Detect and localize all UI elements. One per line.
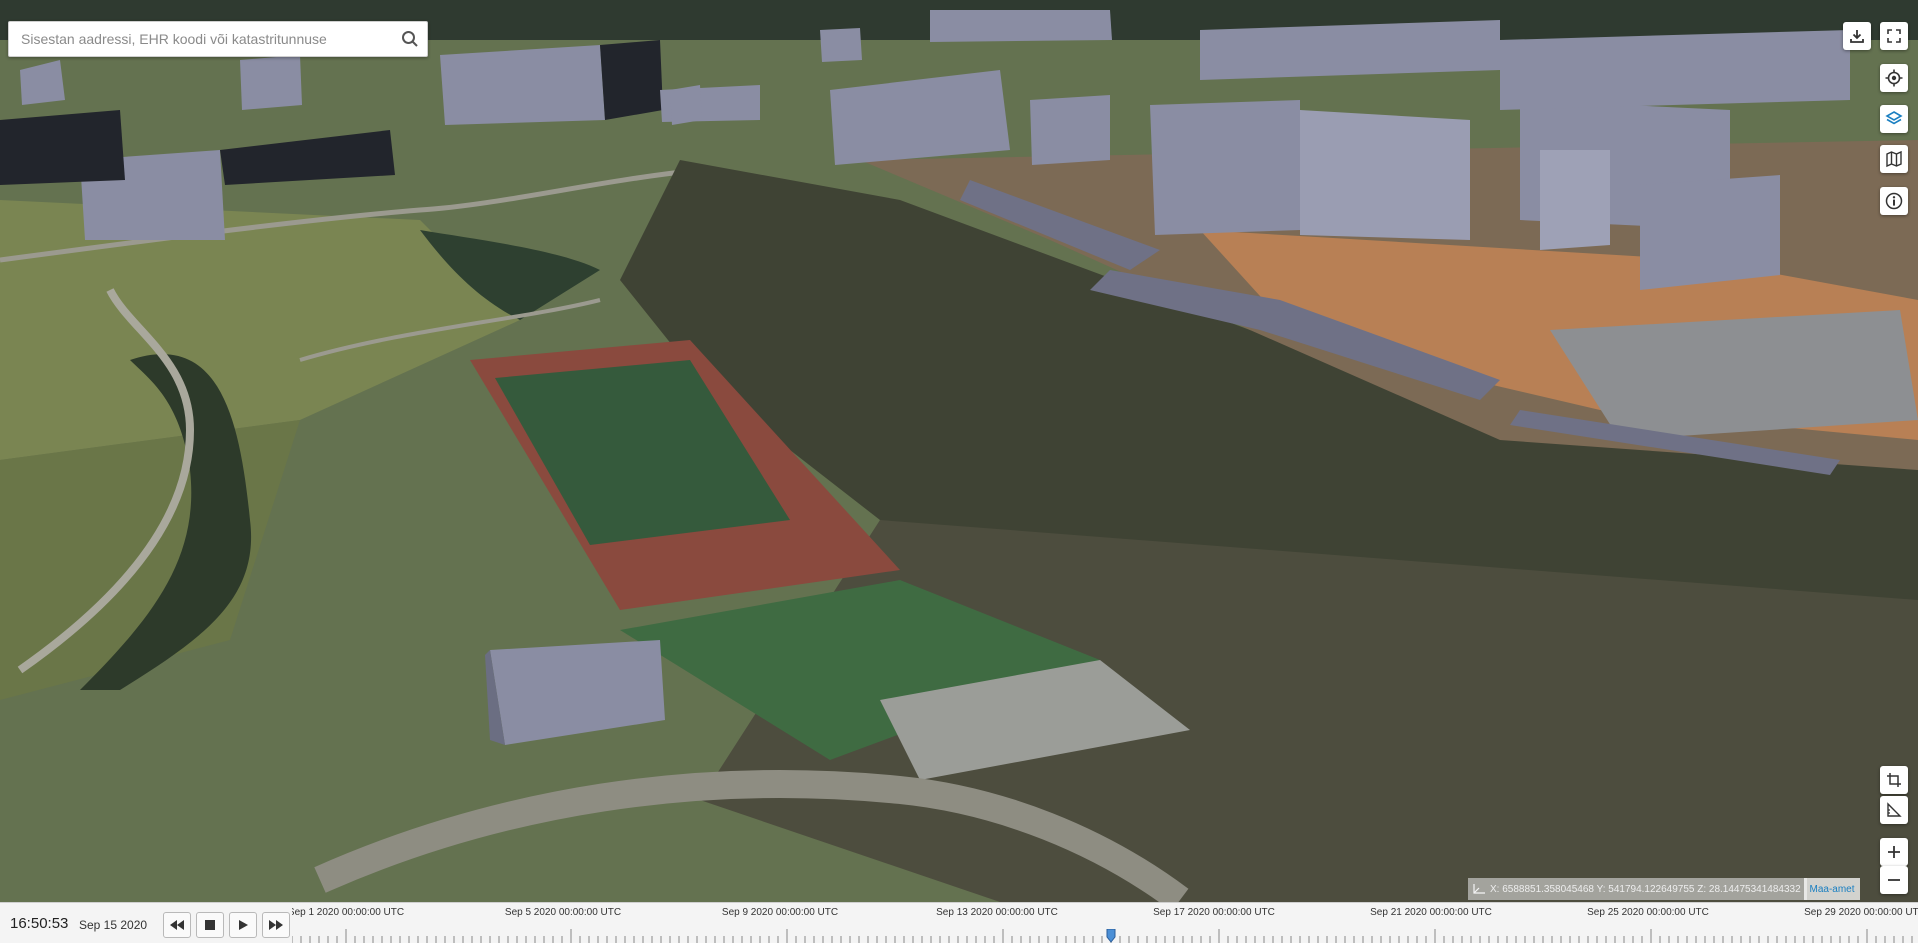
fullscreen-button[interactable] bbox=[1880, 22, 1908, 50]
layers-button[interactable] bbox=[1880, 105, 1908, 133]
timeline-label: Sep 9 2020 00:00:00 UTC bbox=[721, 907, 839, 918]
fast-forward-button[interactable] bbox=[262, 912, 290, 938]
search-button[interactable] bbox=[393, 22, 427, 56]
timeline-label: Sep 1 2020 00:00:00 UTC bbox=[292, 907, 405, 918]
timeline-label: Sep 29 2020 00:00:00 UTC bbox=[1804, 907, 1918, 918]
timeline-label: Sep 5 2020 00:00:00 UTC bbox=[504, 907, 622, 918]
attribution-link[interactable]: Maa-amet bbox=[1804, 878, 1860, 900]
fullscreen-icon bbox=[1887, 29, 1901, 43]
download-button[interactable] bbox=[1843, 22, 1871, 50]
zoom-out-button[interactable] bbox=[1880, 866, 1908, 894]
search-input[interactable] bbox=[9, 24, 393, 54]
rewind-button[interactable] bbox=[163, 912, 191, 938]
zoom-out-icon bbox=[1888, 879, 1900, 881]
map-icon bbox=[1886, 150, 1902, 168]
info-icon bbox=[1885, 192, 1903, 210]
timeline-cursor-icon[interactable] bbox=[1106, 929, 1116, 943]
zoom-in-icon bbox=[1888, 846, 1900, 858]
fast-forward-icon bbox=[269, 920, 283, 930]
timeline-label: Sep 13 2020 00:00:00 UTC bbox=[936, 907, 1058, 918]
basemap-button[interactable] bbox=[1880, 145, 1908, 173]
search-box bbox=[8, 21, 428, 57]
axis-icon bbox=[1473, 884, 1485, 894]
locate-button[interactable] bbox=[1880, 64, 1908, 92]
play-icon bbox=[239, 920, 248, 930]
clock-time: 16:50:53 bbox=[10, 915, 69, 932]
timeline-label: Sep 21 2020 00:00:00 UTC bbox=[1370, 907, 1492, 918]
map-scene bbox=[0, 0, 1918, 902]
timeline-track[interactable]: Sep 1 2020 00:00:00 UTC Sep 5 2020 00:00:… bbox=[292, 903, 1918, 943]
coordinate-text: X: 6588851.358045468 Y: 541794.122649755… bbox=[1490, 883, 1801, 895]
timeline-bar: 16:50:53 Sep 15 2020 Sep 1 2020 00:00:00… bbox=[0, 902, 1918, 943]
timeline-label: Sep 17 2020 00:00:00 UTC bbox=[1153, 907, 1275, 918]
info-button[interactable] bbox=[1880, 187, 1908, 215]
zoom-in-button[interactable] bbox=[1880, 838, 1908, 866]
download-icon bbox=[1850, 30, 1864, 43]
layers-icon bbox=[1885, 111, 1903, 125]
timeline-label: Sep 25 2020 00:00:00 UTC bbox=[1587, 907, 1709, 918]
stop-icon bbox=[205, 920, 215, 930]
measure-icon bbox=[1887, 802, 1902, 817]
locate-icon bbox=[1885, 69, 1903, 87]
coordinate-readout: X: 6588851.358045468 Y: 541794.122649755… bbox=[1468, 878, 1807, 900]
search-icon bbox=[402, 31, 418, 47]
clock-date: Sep 15 2020 bbox=[79, 918, 148, 932]
crop-button[interactable] bbox=[1880, 766, 1908, 794]
crop-icon bbox=[1887, 773, 1901, 787]
rewind-icon bbox=[170, 920, 184, 930]
stop-button[interactable] bbox=[196, 912, 224, 938]
3d-map-view[interactable] bbox=[0, 0, 1918, 902]
play-button[interactable] bbox=[229, 912, 257, 938]
measure-button[interactable] bbox=[1880, 796, 1908, 824]
